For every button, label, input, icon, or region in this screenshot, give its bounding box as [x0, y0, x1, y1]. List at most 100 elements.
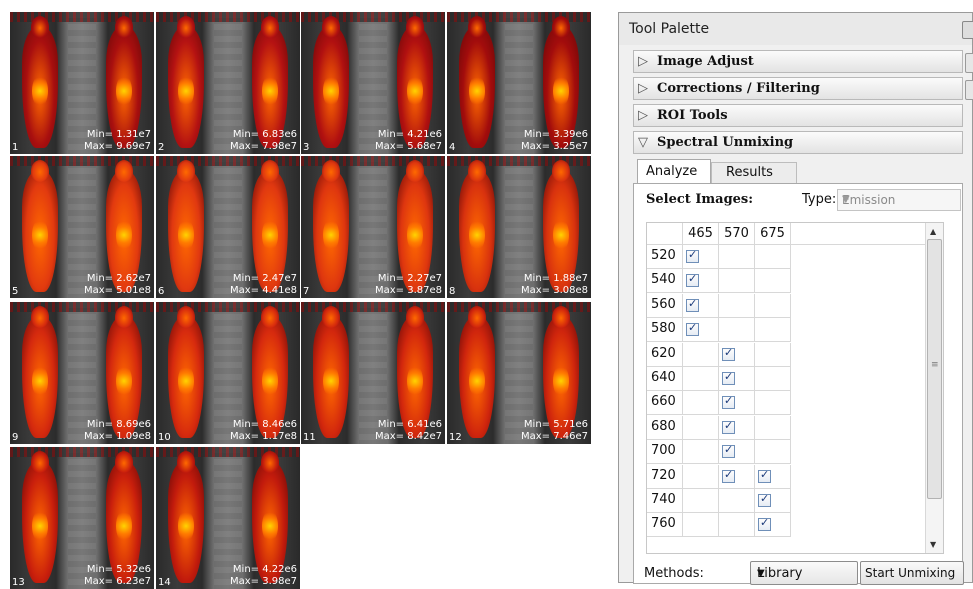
image-thumbnail[interactable]: 3 Min= 4.21e6 Max= 5.68e7 — [301, 12, 445, 154]
table-cell: ✓ — [719, 464, 755, 489]
mouse-image — [168, 16, 204, 148]
grip-icon: ≡ — [931, 360, 939, 370]
image-checkbox[interactable]: ✓ — [722, 443, 735, 459]
image-thumbnail[interactable]: 14 Min= 4.22e6 Max= 3.98e7 — [156, 447, 300, 589]
table-cell: ✓ — [683, 245, 719, 269]
mouse-image — [22, 160, 58, 292]
collapse-triangle-icon: ▽ — [638, 135, 648, 150]
max-value: Max= 5.01e8 — [83, 285, 151, 296]
column-header: 465 — [683, 223, 719, 245]
table-cell: ✓ — [755, 513, 791, 538]
methods-dropdown[interactable]: Library ▼ — [750, 561, 858, 585]
image-checkbox[interactable]: ✓ — [686, 321, 699, 337]
expand-triangle-icon: ▷ — [638, 54, 648, 69]
table-cell — [755, 293, 791, 318]
thumbnail-index: 2 — [158, 142, 165, 153]
start-unmixing-button[interactable]: Start Unmixing — [860, 561, 964, 585]
image-thumbnail[interactable]: 1 Min= 1.31e7 Max= 9.69e7 — [10, 12, 154, 154]
image-thumbnail[interactable]: 2 Min= 6.83e6 Max= 7.98e7 — [156, 12, 300, 154]
chevron-down-icon: ▼ — [842, 194, 850, 205]
image-checkbox[interactable]: ✓ — [722, 468, 735, 483]
section-spectral-unmixing[interactable]: ▽ Spectral Unmixing — [633, 131, 963, 154]
type-dropdown[interactable]: Emission ▼ — [837, 189, 961, 211]
image-checkbox[interactable]: ✓ — [686, 272, 699, 288]
image-checkbox[interactable]: ✓ — [758, 492, 771, 507]
scroll-up-icon[interactable]: ▲ — [930, 227, 936, 236]
image-thumbnail[interactable]: 13 Min= 5.32e6 Max= 6.23e7 — [10, 447, 154, 589]
image-thumbnail[interactable]: 11 Min= 6.41e6 Max= 8.42e7 — [301, 302, 445, 444]
tab-results[interactable]: Results — [711, 162, 797, 183]
scroll-down-icon[interactable]: ▼ — [930, 540, 936, 549]
palette-title: Tool Palette — [629, 21, 710, 37]
image-thumbnail[interactable]: 9 Min= 8.69e6 Max= 1.09e8 — [10, 302, 154, 444]
image-thumbnail[interactable]: 7 Min= 2.27e7 Max= 3.87e8 — [301, 156, 445, 298]
max-value: Max= 3.08e8 — [520, 285, 588, 296]
section-roi-tools[interactable]: ▷ ROI Tools — [633, 104, 963, 127]
table-cell — [683, 342, 719, 367]
max-value: Max= 3.25e7 — [520, 141, 588, 152]
row-header: 720 — [647, 464, 683, 489]
mouse-image — [22, 306, 58, 438]
pin-icon[interactable] — [965, 53, 973, 73]
image-thumbnail[interactable]: 5 Min= 2.62e7 Max= 5.01e8 — [10, 156, 154, 298]
image-checkbox[interactable]: ✓ — [722, 394, 735, 410]
checkmark-icon: ✓ — [760, 516, 770, 530]
tab-label: Results — [726, 165, 773, 180]
table-cell — [755, 318, 791, 343]
image-thumbnail[interactable]: 8 Min= 1.88e7 Max= 3.08e8 — [447, 156, 591, 298]
image-thumbnail[interactable]: 10 Min= 8.46e6 Max= 1.17e8 — [156, 302, 300, 444]
mouse-image — [313, 306, 349, 438]
image-checkbox[interactable]: ✓ — [758, 516, 771, 532]
table-cell — [755, 342, 791, 367]
image-checkbox[interactable]: ✓ — [722, 418, 735, 434]
table-cell — [755, 269, 791, 294]
mouse-image — [168, 160, 204, 292]
select-images-label: Select Images: — [646, 192, 754, 207]
min-value: Min= 2.62e7 — [86, 273, 151, 284]
mouse-image — [459, 160, 495, 292]
close-icon[interactable] — [962, 21, 973, 39]
row-header: 680 — [647, 415, 683, 440]
image-checkbox[interactable]: ✓ — [722, 370, 735, 385]
image-thumbnail[interactable]: 4 Min= 3.39e6 Max= 3.25e7 — [447, 12, 591, 154]
row-header: 580 — [647, 318, 683, 343]
image-checkbox[interactable]: ✓ — [686, 248, 699, 263]
checkmark-icon: ✓ — [688, 248, 698, 261]
section-image-adjust[interactable]: ▷ Image Adjust — [633, 50, 963, 73]
image-thumbnail[interactable]: 6 Min= 2.47e7 Max= 4.41e8 — [156, 156, 300, 298]
thumbnail-index: 12 — [449, 432, 462, 443]
section-corrections-filtering[interactable]: ▷ Corrections / Filtering — [633, 77, 963, 100]
thumbnail-range: Min= 2.62e7 Max= 5.01e8 — [84, 273, 151, 297]
column-header: 675 — [755, 223, 791, 245]
checkmark-icon: ✓ — [724, 370, 734, 383]
thumbnail-range: Min= 6.83e6 Max= 7.98e7 — [230, 129, 297, 153]
thumbnail-index: 3 — [303, 142, 310, 153]
table-scrollbar[interactable]: ▲ ≡ ▼ — [925, 223, 943, 553]
thumbnail-index: 5 — [12, 286, 19, 297]
tab-analyze[interactable]: Analyze — [637, 159, 711, 183]
image-selection-table: 465 570 675 520 ✓ 540 ✓ 560 ✓ 580 ✓ 620 ✓ 640 ✓ 660 ✓ 680… — [646, 222, 944, 554]
section-label: Spectral Unmixing — [657, 135, 794, 150]
table-cell: ✓ — [719, 415, 755, 440]
checkmark-icon: ✓ — [760, 492, 770, 505]
thumbnail-index: 7 — [303, 286, 310, 297]
start-unmixing-label: Start Unmixing — [865, 566, 956, 580]
image-thumbnail[interactable]: 12 Min= 5.71e6 Max= 7.46e7 — [447, 302, 591, 444]
max-value: Max= 3.98e7 — [229, 576, 297, 587]
thumbnail-range: Min= 1.88e7 Max= 3.08e8 — [521, 273, 588, 297]
image-checkbox[interactable]: ✓ — [722, 346, 735, 361]
table-cell: ✓ — [683, 269, 719, 294]
max-value: Max= 6.23e7 — [83, 576, 151, 587]
table-cell — [683, 367, 719, 391]
image-checkbox[interactable]: ✓ — [758, 468, 771, 483]
column-header: 570 — [719, 223, 755, 245]
mouse-image — [459, 306, 495, 438]
checkmark-icon: ✓ — [688, 272, 698, 286]
checkmark-icon: ✓ — [724, 418, 734, 432]
max-value: Max= 5.68e7 — [374, 141, 442, 152]
scrollbar-thumb[interactable]: ≡ — [927, 239, 942, 499]
image-checkbox[interactable]: ✓ — [686, 297, 699, 312]
thumbnail-range: Min= 4.21e6 Max= 5.68e7 — [375, 129, 442, 153]
section-label: Image Adjust — [657, 54, 754, 69]
pin-icon[interactable] — [965, 80, 973, 100]
